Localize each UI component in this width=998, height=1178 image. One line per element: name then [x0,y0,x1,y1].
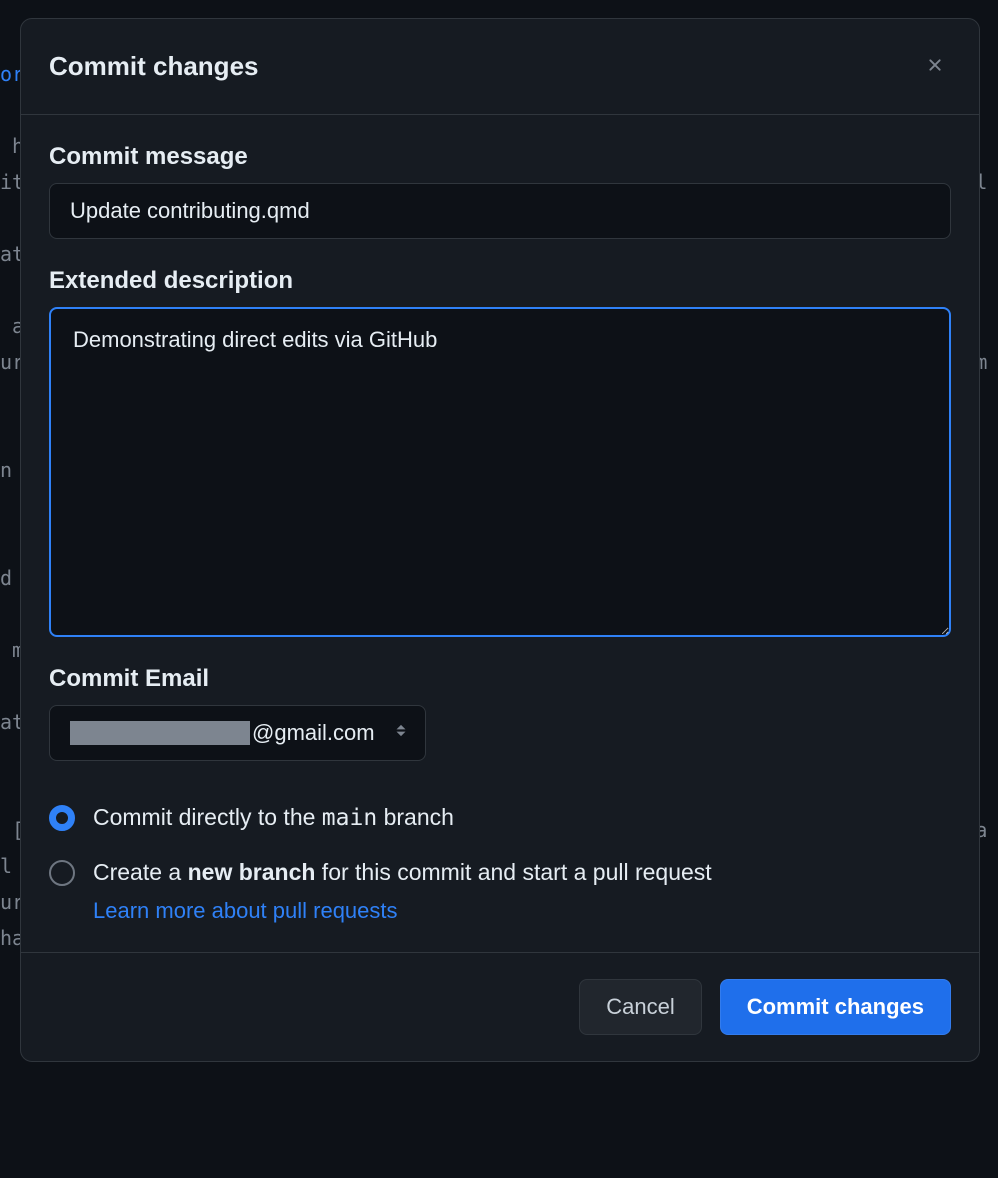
radio-direct-label: Commit directly to the main branch [93,801,454,834]
dialog-footer: Cancel Commit changes [21,952,979,1061]
commit-message-input[interactable] [49,183,951,239]
redacted-email-local [70,721,250,745]
email-domain: @gmail.com [252,720,375,746]
extended-description-group: Extended description [49,267,951,637]
close-button[interactable] [919,49,951,84]
commit-changes-button[interactable]: Commit changes [720,979,951,1035]
dialog-body: Commit message Extended description Comm… [21,115,979,952]
radio-new-branch-content: Create a new branch for this commit and … [93,856,712,924]
extended-description-label: Extended description [49,267,951,295]
commit-message-label: Commit message [49,143,951,171]
radio-direct-content: Commit directly to the main branch [93,801,454,834]
radio-indicator-unchecked [49,860,75,886]
close-icon [925,55,945,78]
commit-email-group: Commit Email @gmail.com [49,665,951,761]
radio-new-branch[interactable]: Create a new branch for this commit and … [49,856,951,924]
dialog-title: Commit changes [49,51,259,82]
commit-email-select[interactable]: @gmail.com [49,705,426,761]
radio-commit-direct[interactable]: Commit directly to the main branch [49,801,951,834]
cancel-button[interactable]: Cancel [579,979,701,1035]
commit-email-label: Commit Email [49,665,951,693]
commit-message-group: Commit message [49,143,951,239]
branch-name: main [322,805,377,831]
branch-radio-group: Commit directly to the main branch Creat… [49,801,951,924]
dialog-header: Commit changes [21,19,979,115]
radio-new-branch-label: Create a new branch for this commit and … [93,856,712,888]
commit-email-select-wrapper: @gmail.com [49,705,426,761]
extended-description-input[interactable] [49,307,951,637]
commit-changes-dialog: Commit changes Commit message Extended d… [20,18,980,1062]
learn-more-link[interactable]: Learn more about pull requests [93,898,712,924]
radio-indicator-checked [49,805,75,831]
